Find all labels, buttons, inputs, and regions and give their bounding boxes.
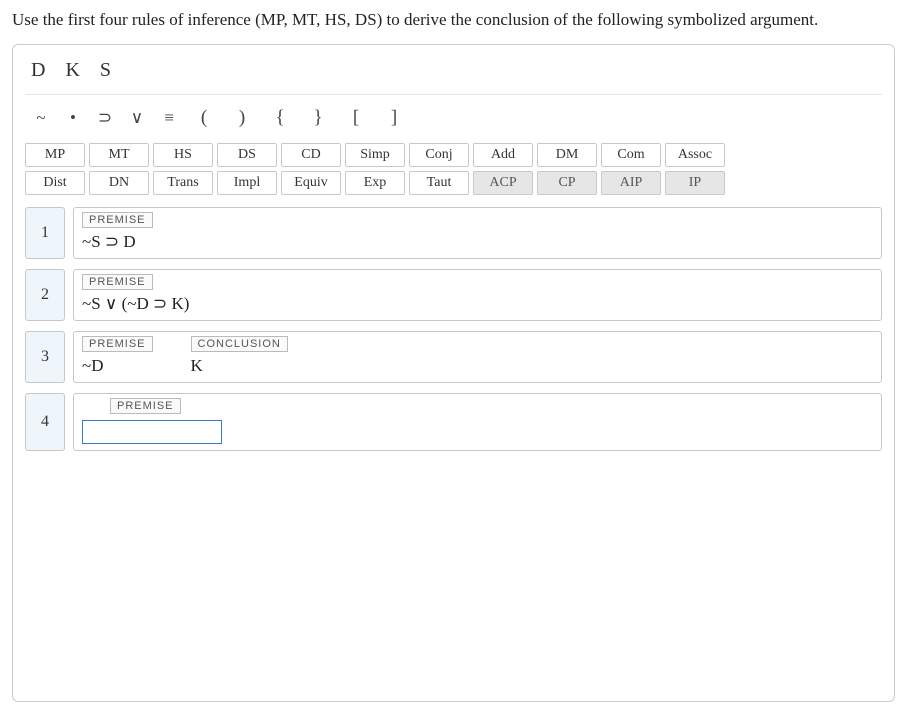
line-body[interactable]: PREMISE ~S ∨ (~D ⊃ K) [73, 269, 882, 321]
sym-tilde[interactable]: ~ [27, 105, 55, 131]
rule-btn-taut[interactable]: Taut [409, 171, 469, 195]
formula-input[interactable] [82, 420, 222, 444]
rule-btn-ip[interactable]: IP [665, 171, 725, 195]
premise-tag: PREMISE [82, 212, 153, 228]
rule-btn-dn[interactable]: DN [89, 171, 149, 195]
line-number: 4 [25, 393, 65, 451]
rule-btn-cd[interactable]: CD [281, 143, 341, 167]
rule-btn-impl[interactable]: Impl [217, 171, 277, 195]
rule-btn-acp[interactable]: ACP [473, 171, 533, 195]
proof-line-3: 3 PREMISE ~D CONCLUSION K [25, 331, 882, 383]
conclusion-formula: K [191, 356, 203, 376]
sym-rbracket[interactable]: ] [377, 105, 411, 131]
proof-panel: D K S ~ • ⊃ ∨ ≡ ( ) { } [ ] MPMTHSDSCDSi… [12, 44, 895, 702]
sym-rbrace[interactable]: } [301, 105, 335, 131]
line-body[interactable]: PREMISE [73, 393, 882, 451]
rule-btn-hs[interactable]: HS [153, 143, 213, 167]
rule-btn-equiv[interactable]: Equiv [281, 171, 341, 195]
sym-lbrace[interactable]: { [263, 105, 297, 131]
conclusion-tag: CONCLUSION [191, 336, 288, 352]
rule-btn-assoc[interactable]: Assoc [665, 143, 725, 167]
sym-rparen[interactable]: ) [225, 105, 259, 131]
sym-dot[interactable]: • [59, 105, 87, 131]
rule-btn-cp[interactable]: CP [537, 171, 597, 195]
proof-line-4: 4 PREMISE [25, 393, 882, 451]
symbols-row: ~ • ⊃ ∨ ≡ ( ) { } [ ] [25, 101, 882, 135]
rule-btn-dist[interactable]: Dist [25, 171, 85, 195]
line-number: 2 [25, 269, 65, 321]
premise-tag: PREMISE [82, 274, 153, 290]
var-s[interactable]: S [100, 59, 113, 82]
rule-btn-conj[interactable]: Conj [409, 143, 469, 167]
rule-btn-com[interactable]: Com [601, 143, 661, 167]
instructions-text: Use the first four rules of inference (M… [12, 10, 895, 30]
var-k[interactable]: K [65, 59, 81, 82]
proof-line-2: 2 PREMISE ~S ∨ (~D ⊃ K) [25, 269, 882, 321]
premise-tag: PREMISE [82, 336, 153, 352]
var-d[interactable]: D [31, 59, 47, 82]
line-number: 3 [25, 331, 65, 383]
sym-lbracket[interactable]: [ [339, 105, 373, 131]
rule-btn-exp[interactable]: Exp [345, 171, 405, 195]
formula: ~S ∨ (~D ⊃ K) [82, 294, 189, 314]
rule-btn-aip[interactable]: AIP [601, 171, 661, 195]
rules-row-1: MPMTHSDSCDSimpConjAddDMComAssoc [25, 141, 882, 169]
sym-horseshoe[interactable]: ⊃ [91, 105, 119, 131]
rule-btn-trans[interactable]: Trans [153, 171, 213, 195]
premise-tag: PREMISE [110, 398, 181, 414]
variables-row: D K S [25, 55, 882, 95]
rule-btn-mp[interactable]: MP [25, 143, 85, 167]
line-number: 1 [25, 207, 65, 259]
sym-wedge[interactable]: ∨ [123, 105, 151, 131]
sym-lparen[interactable]: ( [187, 105, 221, 131]
rule-btn-mt[interactable]: MT [89, 143, 149, 167]
line-body[interactable]: PREMISE ~D CONCLUSION K [73, 331, 882, 383]
formula: ~S ⊃ D [82, 232, 136, 252]
formula: ~D [82, 356, 103, 376]
sym-triple-bar[interactable]: ≡ [155, 105, 183, 131]
proof-line-1: 1 PREMISE ~S ⊃ D [25, 207, 882, 259]
rule-btn-dm[interactable]: DM [537, 143, 597, 167]
rule-btn-ds[interactable]: DS [217, 143, 277, 167]
rules-row-2: DistDNTransImplEquivExpTautACPCPAIPIP [25, 169, 882, 197]
derivation-area: 1 PREMISE ~S ⊃ D 2 PREMISE ~S ∨ (~D ⊃ K)… [25, 207, 882, 451]
rule-btn-add[interactable]: Add [473, 143, 533, 167]
line-body[interactable]: PREMISE ~S ⊃ D [73, 207, 882, 259]
rule-btn-simp[interactable]: Simp [345, 143, 405, 167]
